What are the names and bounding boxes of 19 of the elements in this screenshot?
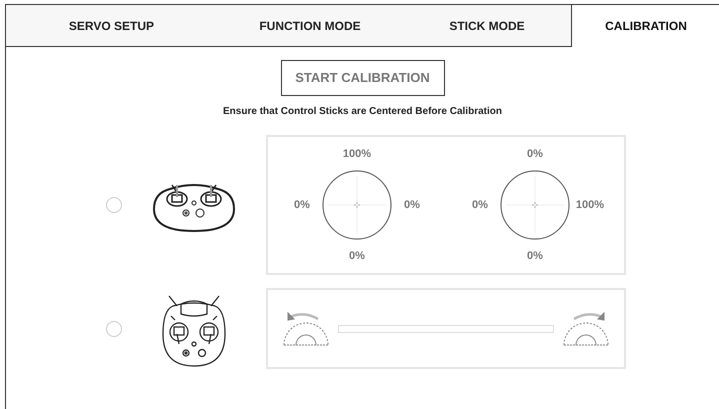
radio-button[interactable] [106,197,122,213]
stick-percentage: 0% [527,146,543,162]
stick-percentage: 0% [404,198,420,213]
tab[interactable]: STICK MODE [403,5,571,47]
tab[interactable]: FUNCTION MODE [217,5,403,47]
instruction-text: Ensure that Control Sticks are Centered Before Calibration [223,105,502,119]
stick-percentage: 0% [527,248,543,264]
joystick-circle [500,170,570,240]
radio-button[interactable] [106,320,122,336]
joystick-circle [322,170,392,240]
tab[interactable]: SERVO SETUP [6,5,217,47]
stick-percentage: 0% [349,248,365,264]
dial-rotate-right-icon [562,310,610,346]
start-calibration-button[interactable]: START CALIBRATION [280,60,444,96]
stick-percentage: 0% [472,198,488,213]
stick-percentage: 0% [294,198,310,213]
stick-percentage: 100% [342,146,372,162]
stick-percentage: 100% [576,198,604,213]
dial-rotate-left-icon [282,310,330,346]
